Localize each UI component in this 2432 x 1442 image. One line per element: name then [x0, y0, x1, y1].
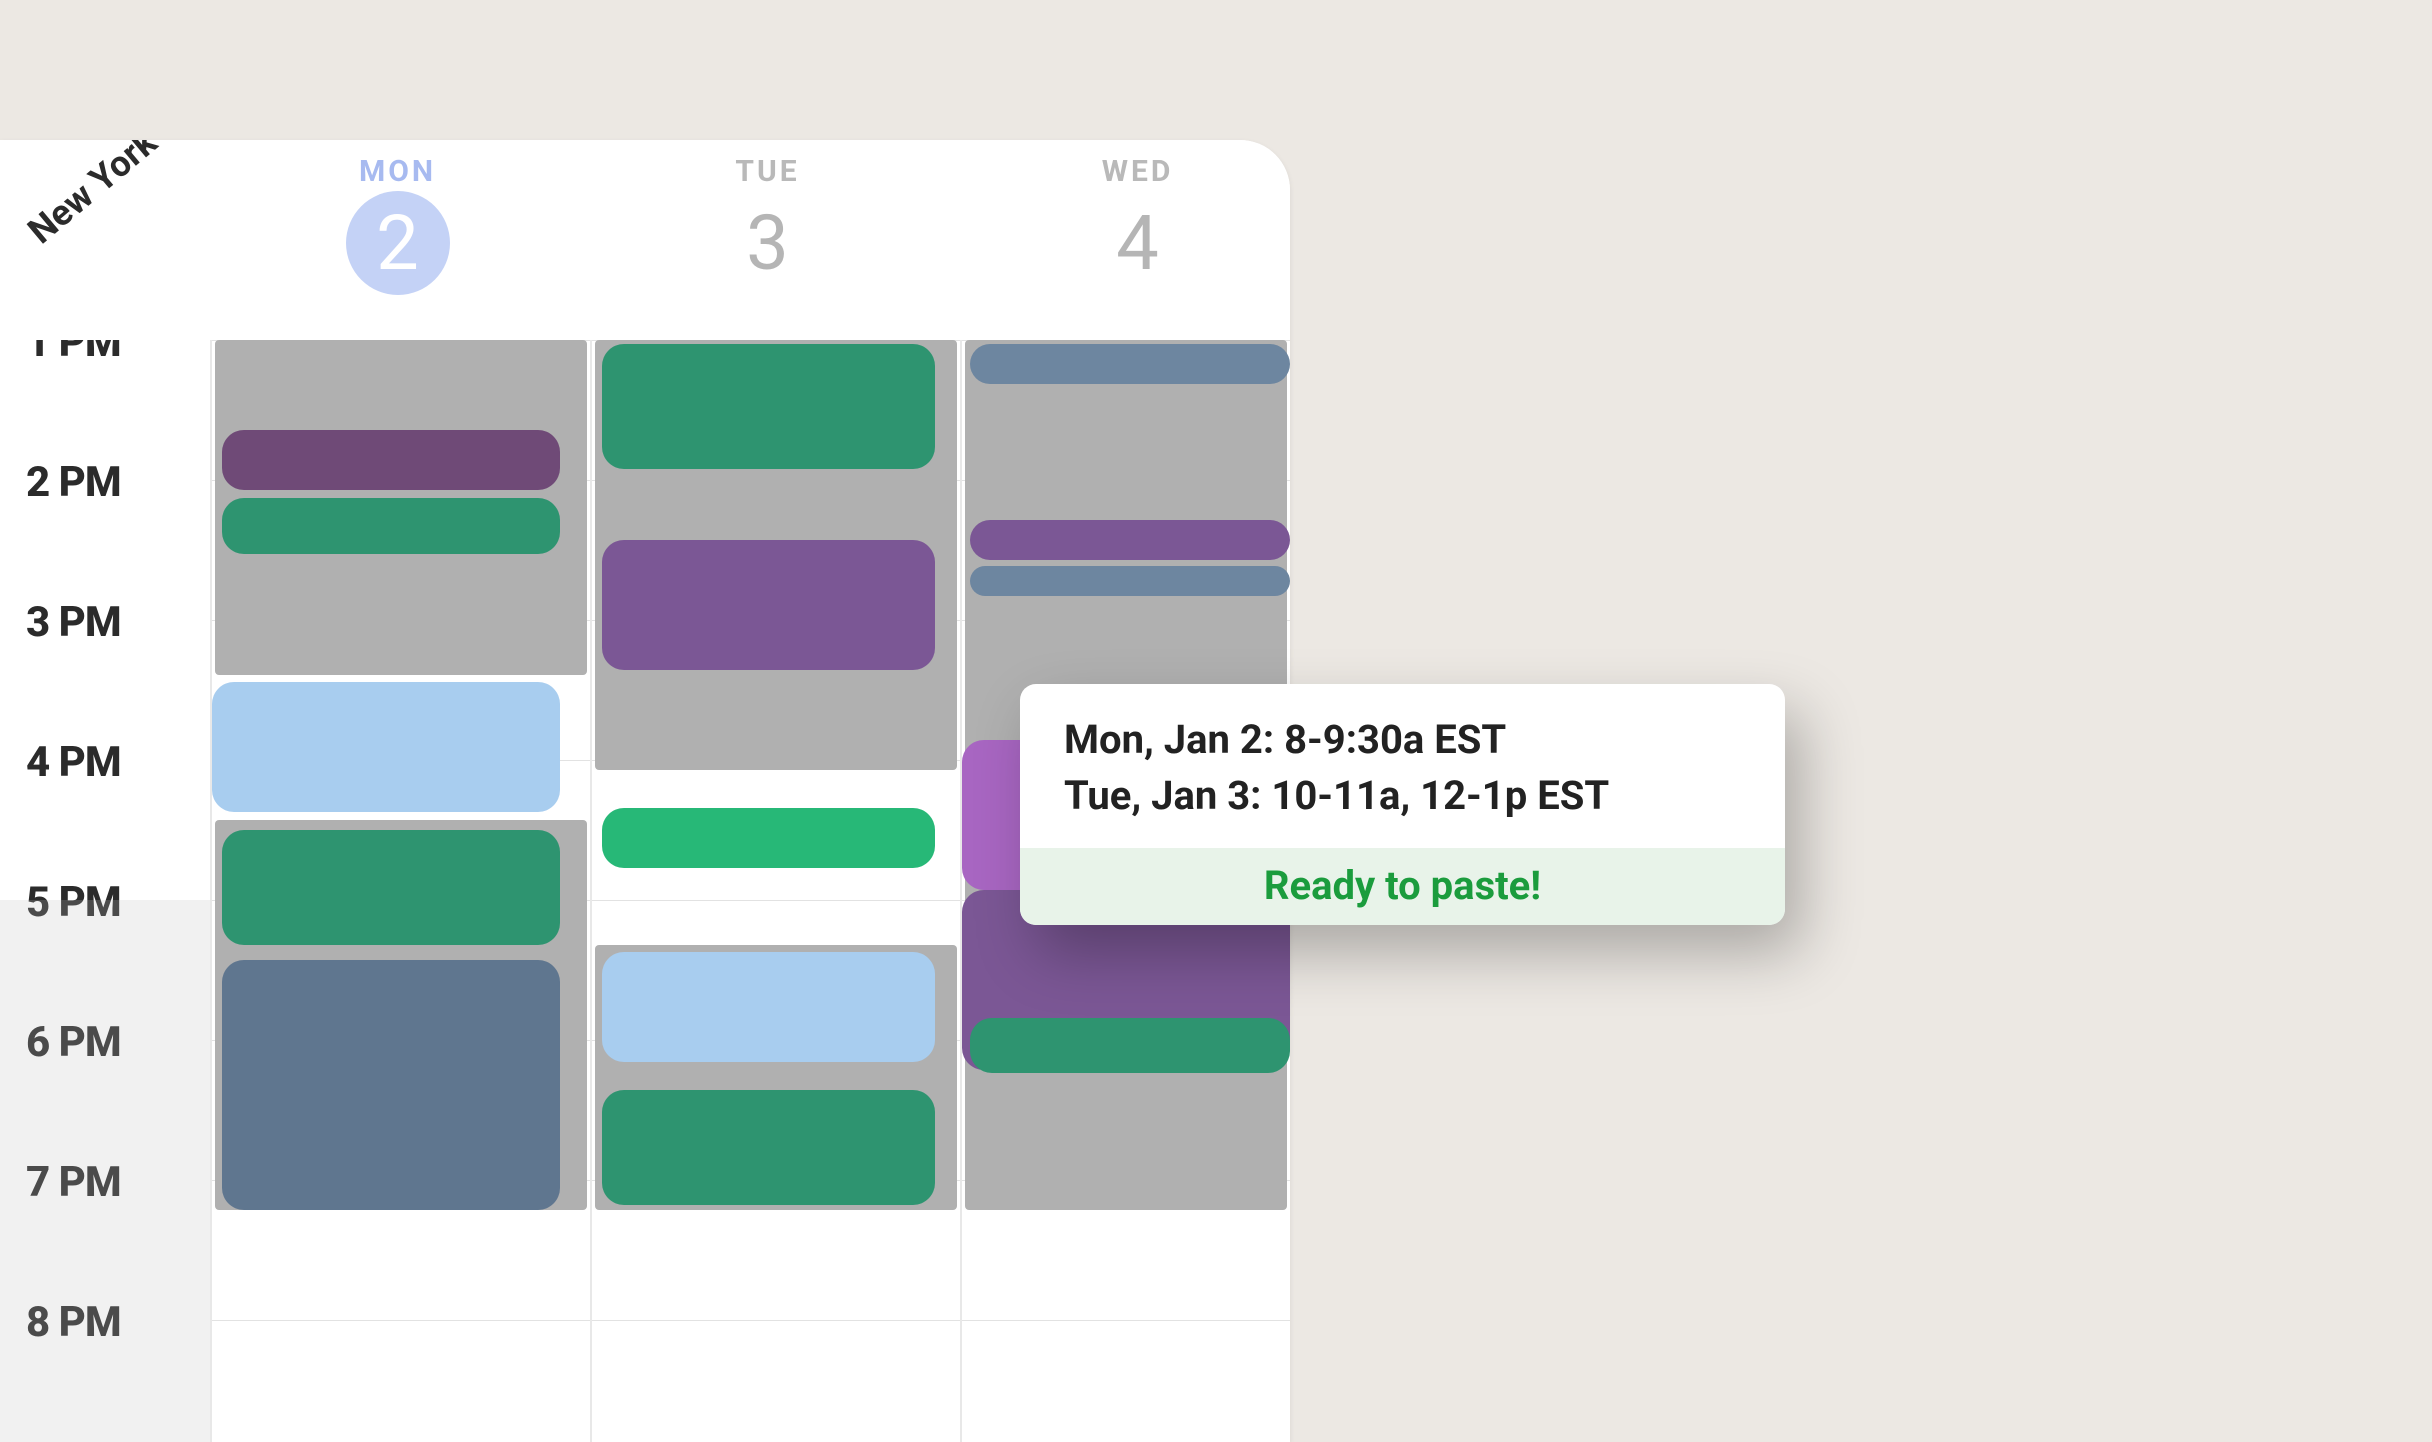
hour-label: 3 PM: [26, 598, 121, 647]
popup-line-2: Tue, Jan 3: 10-11a, 12-1p EST: [1064, 768, 1741, 824]
weekday-label: MON: [230, 154, 565, 189]
popup-body: Mon, Jan 2: 8-9:30a EST Tue, Jan 3: 10-1…: [1020, 684, 1785, 848]
calendar-event[interactable]: [970, 1018, 1290, 1073]
weekday-label: WED: [970, 154, 1290, 189]
calendar-event[interactable]: [222, 960, 560, 1210]
popup-footer: Ready to paste!: [1020, 848, 1785, 925]
popup-status: Ready to paste!: [1264, 862, 1541, 909]
availability-popup: Mon, Jan 2: 8-9:30a EST Tue, Jan 3: 10-1…: [1020, 684, 1785, 925]
calendar-event[interactable]: [970, 520, 1290, 560]
calendar-header: New York MON 2 TUE 3 WED 4: [0, 140, 1290, 340]
calendar-event[interactable]: [602, 808, 935, 868]
calendar-event[interactable]: [222, 830, 560, 945]
day-number: 4: [1086, 191, 1190, 295]
calendar-event[interactable]: [970, 344, 1290, 384]
calendar-event[interactable]: [222, 430, 560, 490]
weekday-label: TUE: [600, 154, 935, 189]
calendar-event[interactable]: [602, 952, 935, 1062]
hour-label: 2 PM: [26, 458, 121, 507]
past-shade: [0, 900, 210, 1442]
popup-line-1: Mon, Jan 2: 8-9:30a EST: [1064, 712, 1741, 768]
calendar-event[interactable]: [602, 344, 935, 469]
calendar-event[interactable]: [212, 682, 560, 812]
calendar-event[interactable]: [222, 498, 560, 554]
calendar-event[interactable]: [970, 566, 1290, 596]
day-number: 3: [716, 191, 820, 295]
day-column-tue[interactable]: [590, 340, 960, 1442]
calendar-event[interactable]: [602, 1090, 935, 1205]
day-header-mon[interactable]: MON 2: [230, 140, 565, 295]
calendar-event[interactable]: [602, 540, 935, 670]
timezone-label: New York: [20, 140, 165, 252]
day-header-wed[interactable]: WED 4: [970, 140, 1290, 295]
day-column-mon[interactable]: [210, 340, 590, 1442]
day-header-tue[interactable]: TUE 3: [600, 140, 935, 295]
hour-label: 4 PM: [26, 738, 121, 787]
day-number: 2: [346, 191, 450, 295]
